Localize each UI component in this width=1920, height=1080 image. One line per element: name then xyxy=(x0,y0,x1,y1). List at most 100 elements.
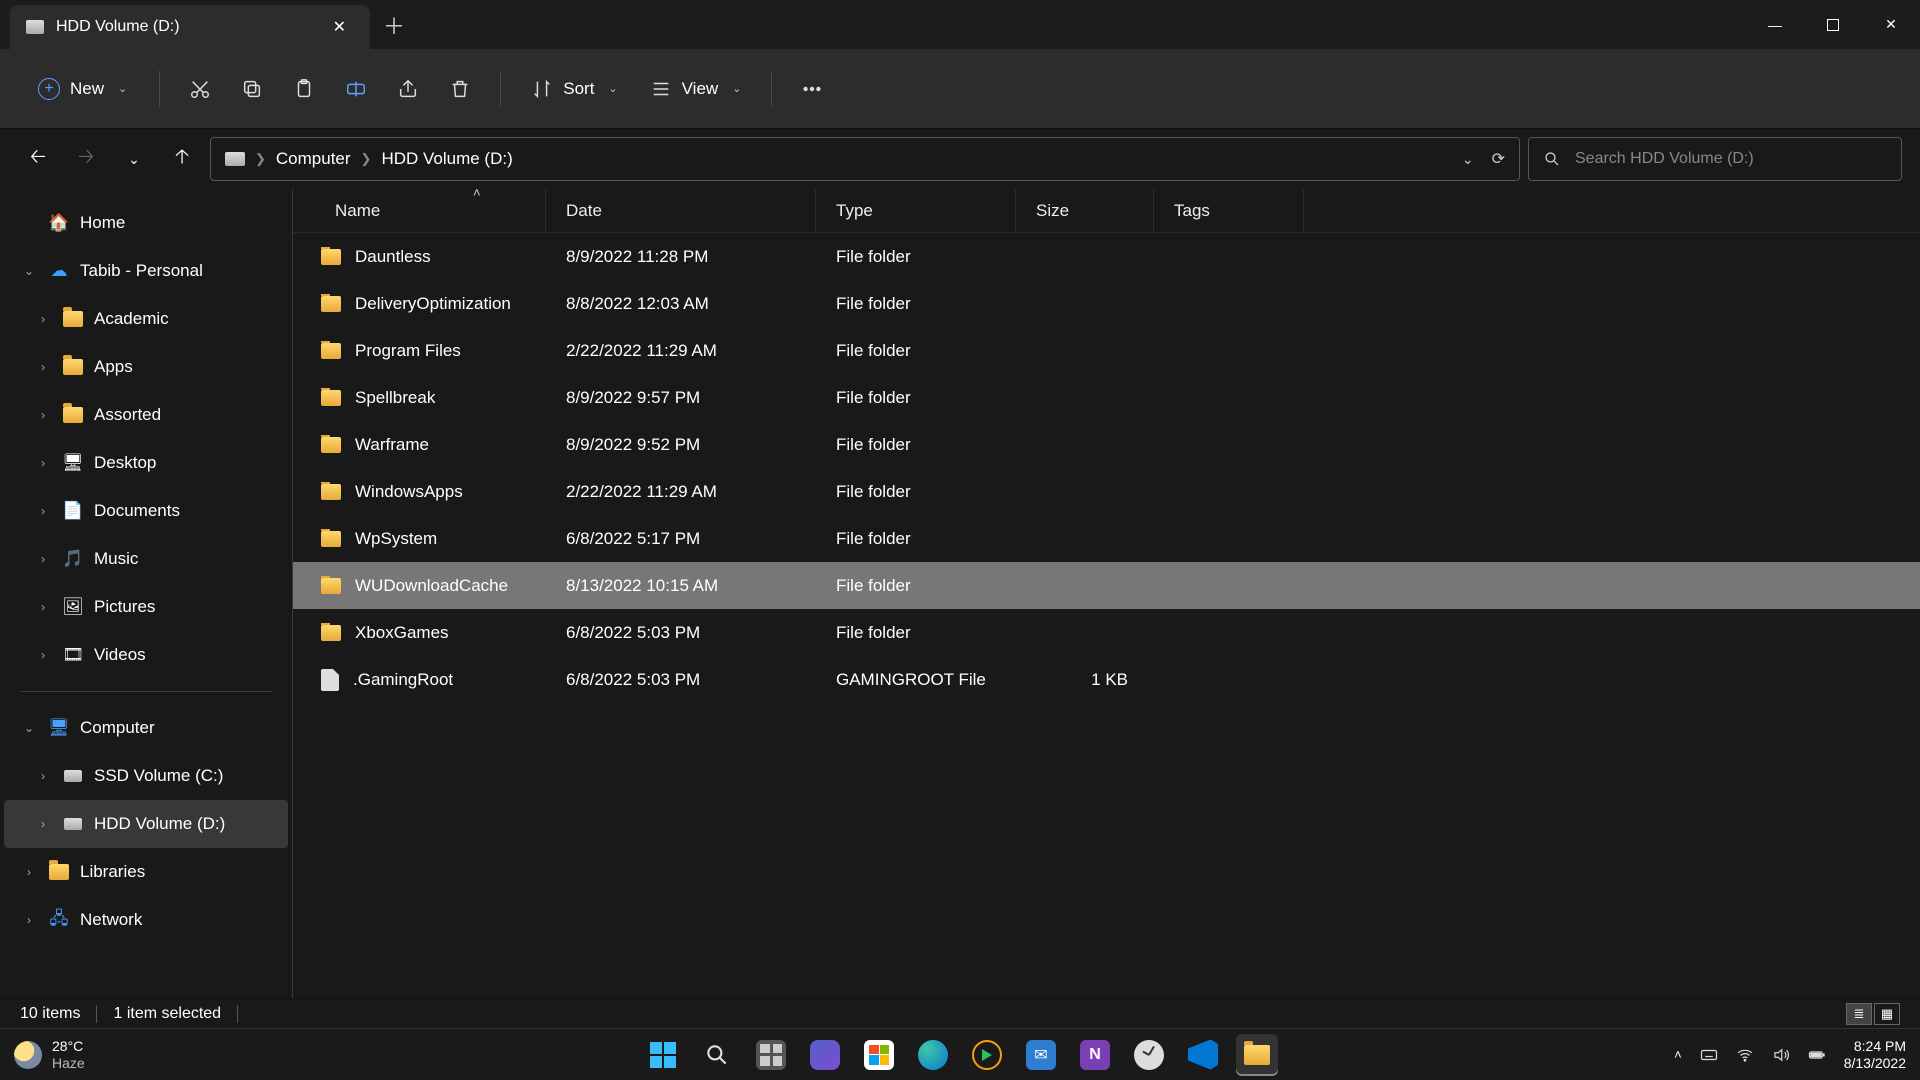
chevron-right-icon[interactable]: › xyxy=(34,408,52,422)
battery-icon[interactable] xyxy=(1808,1046,1826,1064)
chevron-right-icon[interactable]: › xyxy=(20,913,38,927)
column-name[interactable]: Name xyxy=(293,189,546,232)
breadcrumb-current[interactable]: HDD Volume (D:) xyxy=(381,149,512,169)
maximize-button[interactable] xyxy=(1804,0,1862,49)
sidebar-item-apps[interactable]: ›Apps xyxy=(4,343,288,391)
sidebar-drive-d[interactable]: › HDD Volume (D:) xyxy=(4,800,288,848)
column-size[interactable]: Size xyxy=(1016,189,1154,232)
file-row[interactable]: DeliveryOptimization8/8/2022 12:03 AMFil… xyxy=(293,280,1920,327)
address-dropdown-button[interactable]: ⌄ xyxy=(1462,151,1474,168)
address-bar[interactable]: ❯ Computer ❯ HDD Volume (D:) ⌄ ⟳ xyxy=(210,137,1520,181)
taskbar-onenote[interactable]: N xyxy=(1074,1034,1116,1076)
column-date[interactable]: Date xyxy=(546,189,816,232)
close-window-button[interactable]: ✕ xyxy=(1862,0,1920,49)
forward-button[interactable]: 🡢 xyxy=(66,139,106,179)
delete-button[interactable] xyxy=(438,67,482,111)
taskbar-clock-app[interactable] xyxy=(1128,1034,1170,1076)
search-box[interactable] xyxy=(1528,137,1902,181)
drive-icon xyxy=(62,814,84,834)
file-row[interactable]: .GamingRoot6/8/2022 5:03 PMGAMINGROOT Fi… xyxy=(293,656,1920,703)
folder-icon xyxy=(321,296,341,312)
chevron-right-icon[interactable]: › xyxy=(34,360,52,374)
taskbar-edge[interactable] xyxy=(912,1034,954,1076)
task-view-button[interactable] xyxy=(750,1034,792,1076)
sidebar-computer[interactable]: ⌄ 🖥 Computer xyxy=(4,704,288,752)
breadcrumb-root[interactable]: Computer xyxy=(276,149,351,169)
folder-icon: 🎞 xyxy=(62,645,84,665)
file-row[interactable]: XboxGames6/8/2022 5:03 PMFile folder xyxy=(293,609,1920,656)
wifi-icon[interactable] xyxy=(1736,1046,1754,1064)
chevron-right-icon[interactable]: › xyxy=(34,769,52,783)
taskbar-store[interactable] xyxy=(858,1034,900,1076)
sidebar-home[interactable]: › 🏠 Home xyxy=(4,199,288,247)
sidebar-item-desktop[interactable]: ›🖥Desktop xyxy=(4,439,288,487)
taskbar-clock[interactable]: 8:24 PM 8/13/2022 xyxy=(1844,1038,1906,1070)
sidebar-item-documents[interactable]: ›📄Documents xyxy=(4,487,288,535)
sidebar-libraries[interactable]: › Libraries xyxy=(4,848,288,896)
taskbar-media[interactable] xyxy=(966,1034,1008,1076)
start-button[interactable] xyxy=(642,1034,684,1076)
chevron-down-icon[interactable]: ⌄ xyxy=(20,721,38,735)
sidebar-network[interactable]: › 🖧 Network xyxy=(4,896,288,944)
more-button[interactable] xyxy=(790,67,834,111)
window-tab[interactable]: HDD Volume (D:) ✕ xyxy=(10,5,370,49)
chevron-right-icon[interactable]: › xyxy=(34,504,52,518)
sidebar-item-music[interactable]: ›🎵Music xyxy=(4,535,288,583)
file-row[interactable]: WUDownloadCache8/13/2022 10:15 AMFile fo… xyxy=(293,562,1920,609)
sidebar-item-pictures[interactable]: ›🖼Pictures xyxy=(4,583,288,631)
copy-button[interactable] xyxy=(230,67,274,111)
taskbar-mail[interactable]: ✉ xyxy=(1020,1034,1062,1076)
taskbar-explorer[interactable] xyxy=(1236,1034,1278,1076)
folder-icon xyxy=(321,437,341,453)
sidebar-drive-c[interactable]: › SSD Volume (C:) xyxy=(4,752,288,800)
taskbar-weather[interactable]: 28°CHaze xyxy=(14,1038,85,1070)
details-view-button[interactable]: ≣ xyxy=(1846,1003,1872,1025)
chevron-right-icon[interactable]: › xyxy=(34,312,52,326)
column-type[interactable]: Type xyxy=(816,189,1016,232)
view-button[interactable]: View ⌄ xyxy=(638,67,754,111)
recent-locations-button[interactable]: ⌄ xyxy=(114,139,154,179)
taskbar-chat[interactable] xyxy=(804,1034,846,1076)
minimize-button[interactable]: — xyxy=(1746,0,1804,49)
navigation-pane: › 🏠 Home ⌄ ☁ Tabib - Personal ›Academic›… xyxy=(0,189,293,998)
close-tab-button[interactable]: ✕ xyxy=(325,13,354,41)
system-tray: ˄ 8:24 PM 8/13/2022 xyxy=(1674,1038,1906,1070)
file-row[interactable]: Program Files2/22/2022 11:29 AMFile fold… xyxy=(293,327,1920,374)
sort-button[interactable]: Sort ⌄ xyxy=(519,67,629,111)
up-button[interactable]: 🡡 xyxy=(162,139,202,179)
chevron-down-icon[interactable]: ⌄ xyxy=(20,264,38,278)
tray-overflow-button[interactable]: ˄ xyxy=(1674,1047,1682,1062)
sidebar-item-academic[interactable]: ›Academic xyxy=(4,295,288,343)
taskbar-search[interactable] xyxy=(696,1034,738,1076)
file-row[interactable]: Spellbreak8/9/2022 9:57 PMFile folder xyxy=(293,374,1920,421)
volume-icon[interactable] xyxy=(1772,1046,1790,1064)
cut-button[interactable] xyxy=(178,67,222,111)
back-button[interactable]: 🡠 xyxy=(18,139,58,179)
file-row[interactable]: WindowsApps2/22/2022 11:29 AMFile folder xyxy=(293,468,1920,515)
chevron-right-icon[interactable]: › xyxy=(34,648,52,662)
sidebar-item-assorted[interactable]: ›Assorted xyxy=(4,391,288,439)
rename-button[interactable] xyxy=(334,67,378,111)
thumbnails-view-button[interactable]: ▦ xyxy=(1874,1003,1900,1025)
new-button[interactable]: + New ⌄ xyxy=(24,67,141,111)
chevron-right-icon[interactable]: › xyxy=(34,456,52,470)
new-tab-button[interactable]: ＋ xyxy=(370,0,418,49)
refresh-button[interactable]: ⟳ xyxy=(1492,149,1505,169)
column-tags[interactable]: Tags xyxy=(1154,189,1304,232)
chevron-right-icon[interactable]: › xyxy=(34,817,52,831)
chevron-right-icon[interactable]: › xyxy=(20,865,38,879)
chevron-right-icon[interactable]: › xyxy=(34,552,52,566)
share-button[interactable] xyxy=(386,67,430,111)
sidebar-onedrive[interactable]: ⌄ ☁ Tabib - Personal xyxy=(4,247,288,295)
search-input[interactable] xyxy=(1575,150,1887,168)
taskbar-vscode[interactable] xyxy=(1182,1034,1224,1076)
paste-button[interactable] xyxy=(282,67,326,111)
sidebar-item-videos[interactable]: ›🎞Videos xyxy=(4,631,288,679)
home-icon: 🏠 xyxy=(48,213,70,233)
keyboard-icon[interactable] xyxy=(1700,1046,1718,1064)
file-row[interactable]: Warframe8/9/2022 9:52 PMFile folder xyxy=(293,421,1920,468)
file-row[interactable]: WpSystem6/8/2022 5:17 PMFile folder xyxy=(293,515,1920,562)
chevron-right-icon[interactable]: › xyxy=(34,600,52,614)
folder-icon xyxy=(1244,1045,1270,1065)
file-row[interactable]: Dauntless8/9/2022 11:28 PMFile folder xyxy=(293,233,1920,280)
